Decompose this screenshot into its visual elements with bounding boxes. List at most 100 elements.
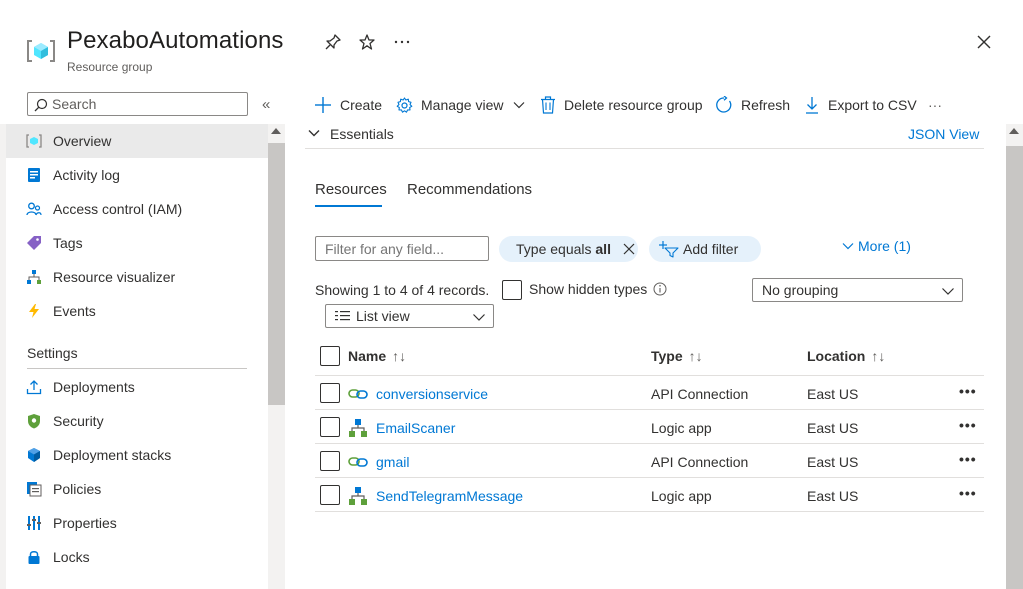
resource-name-link[interactable]: conversionservice [376,386,488,402]
row-checkbox[interactable] [320,383,340,403]
sidebar-item-tags[interactable]: Tags [6,226,268,260]
sidebar-item-policies[interactable]: Policies [6,472,268,506]
sidebar-item-deployment-stacks[interactable]: Deployment stacks [6,438,268,472]
sidebar-item-label: Overview [53,133,112,149]
iam-icon [26,202,42,216]
export-csv-button[interactable]: Export to CSV [804,94,917,116]
row-checkbox[interactable] [320,417,340,437]
pin-icon[interactable] [323,32,343,52]
main-scrollbar-thumb[interactable] [1006,146,1023,589]
resource-type: Logic app [651,488,712,504]
json-view-link[interactable]: JSON View [908,126,979,142]
scroll-up-arrow[interactable] [1009,128,1019,134]
resource-name-link[interactable]: gmail [376,454,409,470]
sort-icon: ↑↓ [392,348,407,364]
resource-location: East US [807,420,859,436]
column-header-type[interactable]: Type ↑↓ [651,348,703,364]
chevron-down-icon [842,243,854,250]
manage-view-button[interactable]: Manage view [396,94,526,116]
list-icon [335,311,350,321]
ellipsis-icon[interactable] [392,32,412,52]
tab-resources[interactable]: Resources [315,181,387,198]
sidebar-item-events[interactable]: Events [6,294,268,328]
resource-type: API Connection [651,454,749,470]
sidebar-item-label: Policies [53,481,102,497]
toolbar-more-button[interactable]: ··· [928,94,942,116]
export-label: Export to CSV [828,97,917,113]
trash-icon [541,96,555,114]
refresh-icon [716,96,732,113]
divider [315,443,984,444]
close-icon[interactable] [974,32,994,52]
sidebar-item-properties[interactable]: Properties [6,506,268,540]
sidebar-item-label: Properties [53,515,117,531]
sidebar-search[interactable] [27,92,248,116]
active-tab-indicator [315,205,382,207]
chevron-down-icon[interactable] [307,126,321,140]
api-connection-icon [348,389,368,399]
create-button[interactable]: Create [314,94,382,116]
sort-icon: ↑↓ [688,348,703,364]
resource-name-link[interactable]: SendTelegramMessage [376,488,523,504]
resource-name-link[interactable]: EmailScaner [376,420,455,436]
grouping-select[interactable]: No grouping [752,278,963,302]
row-more-button[interactable]: ••• [959,485,977,501]
info-icon[interactable] [653,282,667,296]
resource-type: API Connection [651,386,749,402]
properties-icon [27,516,41,530]
sidebar-item-iam[interactable]: Access control (IAM) [6,192,268,226]
chevron-down-icon [942,288,954,295]
sidebar-item-activity-log[interactable]: Activity log [6,158,268,192]
select-all-checkbox[interactable] [320,346,340,366]
add-filter-button[interactable]: Add filter [649,236,761,262]
visualizer-icon [27,270,41,284]
sidebar-item-overview[interactable]: Overview [6,124,268,158]
resource-location: East US [807,488,859,504]
star-icon[interactable] [357,32,377,52]
sidebar-scrollbar-thumb[interactable] [268,143,285,405]
settings-section-header: Settings [27,345,78,361]
sidebar-item-resource-visualizer[interactable]: Resource visualizer [6,260,268,294]
divider [315,511,984,512]
create-label: Create [340,97,383,113]
delete-label: Delete resource group [564,97,703,113]
chevron-down-icon [473,314,485,321]
close-icon[interactable] [622,242,636,256]
row-checkbox[interactable] [320,485,340,505]
row-more-button[interactable]: ••• [959,417,977,433]
show-hidden-checkbox[interactable] [502,280,522,300]
resource-type: Logic app [651,420,712,436]
tag-icon [27,236,41,250]
row-more-button[interactable]: ••• [959,383,977,399]
sidebar-item-security[interactable]: Security [6,404,268,438]
filter-input[interactable] [315,236,489,261]
delete-resource-group-button[interactable]: Delete resource group [540,94,703,116]
policy-icon [27,482,42,497]
sidebar-item-locks[interactable]: Locks [6,540,268,574]
cube-icon [28,448,40,462]
collapse-sidebar-button[interactable]: « [262,96,270,113]
search-input[interactable] [52,95,242,113]
more-filters-link[interactable]: More (1) [842,238,911,254]
view-select[interactable]: List view [325,304,494,328]
sort-icon: ↑↓ [871,348,886,364]
essentials-toggle[interactable]: Essentials [330,126,394,142]
sidebar-item-label: Events [53,303,96,319]
type-filter-label: Type equals [516,241,596,257]
sidebar-item-deployments[interactable]: Deployments [6,370,268,404]
plus-icon [315,97,331,113]
logic-app-icon [349,487,367,505]
divider [27,368,247,369]
row-checkbox[interactable] [320,451,340,471]
type-filter-pill[interactable]: Type equals all [499,236,638,262]
column-header-location[interactable]: Location ↑↓ [807,348,885,364]
column-header-name[interactable]: Name ↑↓ [348,348,406,364]
tab-recommendations[interactable]: Recommendations [407,181,532,198]
api-connection-icon [348,457,368,467]
add-filter-icon [659,241,679,258]
scroll-up-arrow[interactable] [271,128,281,134]
more-filters-label: More (1) [858,238,911,254]
row-more-button[interactable]: ••• [959,451,977,467]
sidebar-item-label: Activity log [53,167,120,183]
refresh-button[interactable]: Refresh [715,94,790,116]
